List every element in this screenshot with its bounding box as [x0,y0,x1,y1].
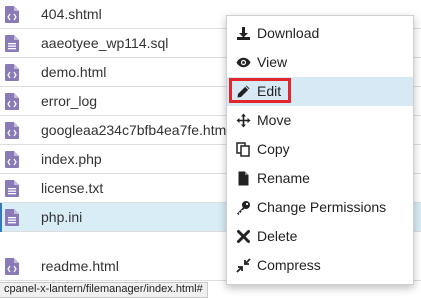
menu-item-label: Move [257,112,292,128]
menu-item-view[interactable]: View [227,48,413,77]
text-file-icon [5,209,19,226]
eye-icon [236,55,251,70]
move-arrows-icon [236,113,251,128]
file-name: license.txt [41,180,104,196]
file-name: readme.html [41,258,119,274]
menu-item-label: Delete [257,228,298,244]
code-file-icon [5,258,19,275]
menu-item-label: Download [257,25,320,41]
file-name: googleaa234c7bfb4ea7fe.htm [41,122,227,138]
text-file-icon [5,180,19,197]
code-file-icon [5,93,19,110]
file-name: error_log [41,93,98,109]
code-file-icon [5,6,19,23]
menu-item-label: Rename [257,170,310,186]
menu-item-change-permissions[interactable]: Change Permissions [227,193,413,222]
x-icon [236,229,251,244]
menu-item-label: Copy [257,141,290,157]
compress-icon [236,258,251,273]
menu-item-label: View [257,54,288,70]
menu-item-download[interactable]: Download [227,19,413,48]
text-file-icon [5,35,19,52]
menu-item-label: Edit [257,83,282,99]
code-file-icon [5,122,19,139]
menu-item-move[interactable]: Move [227,106,413,135]
copy-icon [236,142,251,157]
file-name: php.ini [41,209,83,225]
status-bar-url: cpanel-x-lantern/filemanager/index.html# [0,282,208,298]
file-name: index.php [41,151,102,167]
menu-item-rename[interactable]: Rename [227,164,413,193]
file-name: demo.html [41,64,107,80]
pencil-icon [236,84,251,99]
key-icon [236,200,251,215]
menu-item-label: Change Permissions [257,199,387,215]
code-file-icon [5,64,19,81]
code-file-icon [5,151,19,168]
file-name: 404.shtml [41,6,102,22]
menu-item-label: Compress [257,257,321,273]
menu-item-delete[interactable]: Delete [227,222,413,251]
file-icon [236,171,251,186]
download-icon [236,26,251,41]
menu-item-edit[interactable]: Edit [227,77,413,106]
file-name: aaeotyee_wp114.sql [41,35,169,51]
context-menu: Download View Edit Move Copy Rename Chan… [226,15,414,285]
selection-indicator [0,203,2,232]
menu-item-compress[interactable]: Compress [227,251,413,280]
menu-item-copy[interactable]: Copy [227,135,413,164]
